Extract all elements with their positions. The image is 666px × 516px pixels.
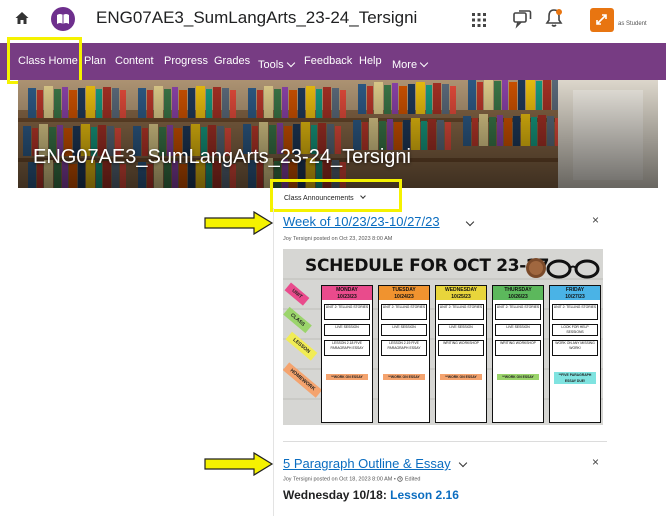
homework-cell: **FIVE PARAGRAPH ESSAY DUE! [554, 372, 596, 384]
nav-tools[interactable]: Tools [258, 59, 284, 71]
widget-title: Class Announcements [284, 195, 354, 202]
course-navbar: Class Home Plan Content Progress Grades … [0, 43, 666, 80]
unit-cell: UNIT 2: TELLING STORIES [495, 304, 541, 320]
announcement-title-link[interactable]: 5 Paragraph Outline & Essay [283, 456, 451, 471]
announcement-divider [283, 441, 607, 442]
schedule-title: SCHEDULE FOR OCT 23-27 [305, 256, 550, 276]
schedule-image: SCHEDULE FOR OCT 23-27 UNIT CLASS LESSON… [283, 249, 603, 425]
announcement-title-link[interactable]: Week of 10/23/23-10/27/23 [283, 214, 440, 229]
homework-cell: **WORK ON ESSAY [383, 374, 425, 380]
course-banner: ENG07AE3_SumLangArts_23-24_Tersigni [18, 80, 658, 188]
glasses-icon [546, 259, 600, 279]
yellow-arrow-icon [204, 452, 274, 476]
close-icon[interactable]: × [592, 213, 599, 227]
day-column: TUESDAY 10/24/23 UNIT 2: TELLING STORIES … [378, 285, 430, 423]
course-title[interactable]: ENG07AE3_SumLangArts_23-24_Tersigni [96, 8, 417, 28]
announcement-meta: Joy Tersigni posted on Oct 23, 2023 8:00… [283, 236, 393, 242]
lesson-cell: WRITING WORKSHOP [438, 340, 484, 356]
homework-cell: **WORK ON ESSAY [497, 374, 539, 380]
nav-progress[interactable]: Progress [164, 55, 208, 67]
nav-feedback[interactable]: Feedback [304, 55, 352, 67]
class-home-highlight-box [7, 37, 82, 84]
class-announcements-widget-header[interactable]: Class Announcements [284, 193, 366, 202]
class-cell: LIVE SESSION [438, 324, 484, 336]
homework-cell: **WORK ON ESSAY [326, 374, 368, 380]
role-label: as Student [618, 21, 647, 27]
nav-more[interactable]: More [392, 59, 417, 71]
lesson-cell: WORK ON ANY MISSING WORK! [552, 340, 598, 356]
day-header: FRIDAY 10/27/23 [550, 286, 600, 300]
lesson-link[interactable]: Lesson 2.16 [390, 488, 459, 502]
nav-grades[interactable]: Grades [214, 55, 250, 67]
lesson-cell: WRITING WORKSHOP [495, 340, 541, 356]
announcement-body: Wednesday 10/18: Lesson 2.16 [283, 488, 459, 502]
lesson-cell: LESSON 2.19 FIVE PARAGRAPH ESSAY [381, 340, 427, 356]
yellow-arrow-icon [204, 211, 274, 235]
unit-cell: UNIT 2: TELLING STORIES [438, 304, 484, 320]
day-column: FRIDAY 10/27/23 UNIT 2: TELLING STORIES L… [549, 285, 601, 423]
chevron-down-icon[interactable] [465, 217, 475, 227]
class-cell: LIVE SESSION [324, 324, 370, 336]
banner-bookshelf-image [18, 80, 658, 188]
close-icon[interactable]: × [592, 455, 599, 469]
nav-tools-menu[interactable]: Tools [258, 55, 295, 73]
day-header: TUESDAY 10/24/23 [379, 286, 429, 300]
chevron-down-icon[interactable] [458, 458, 468, 468]
announcement-meta: Joy Tersigni posted on Oct 18, 2023 8:00… [283, 476, 421, 483]
day-header: THURSDAY 10/26/23 [493, 286, 543, 300]
nav-help[interactable]: Help [359, 55, 382, 67]
lesson-cell: LESSON 2.18 FIVE PARAGRAPH ESSAY [324, 340, 370, 356]
nav-content[interactable]: Content [115, 55, 154, 67]
top-header: ENG07AE3_SumLangArts_23-24_Tersigni as S… [0, 0, 666, 38]
banner-title: ENG07AE3_SumLangArts_23-24_Tersigni [33, 146, 411, 168]
homework-cell: **WORK ON ESSAY [440, 374, 482, 380]
nav-plan[interactable]: Plan [84, 55, 106, 67]
role-switch-icon[interactable] [590, 8, 614, 32]
unit-cell: UNIT 2: TELLING STORIES [381, 304, 427, 320]
day-column: MONDAY 10/23/23 UNIT 2: TELLING STORIES L… [321, 285, 373, 423]
chevron-down-icon [286, 58, 295, 68]
notification-dot [556, 9, 562, 15]
unit-cell: UNIT 2: TELLING STORIES [552, 304, 598, 320]
chevron-down-icon[interactable] [359, 193, 366, 199]
day-column: WEDNESDAY 10/25/23 UNIT 2: TELLING STORIE… [435, 285, 487, 423]
nav-more-menu[interactable]: More [392, 55, 429, 73]
class-cell: LOOK FOR HELP SESSIONS [552, 324, 598, 336]
waffle-grid-icon[interactable] [471, 12, 487, 28]
chat-icon[interactable] [512, 9, 532, 29]
edited-label: Edited [404, 476, 421, 483]
course-logo-icon[interactable] [51, 7, 75, 31]
body-prefix: Wednesday 10/18: [283, 488, 391, 502]
day-header: MONDAY 10/23/23 [322, 286, 372, 300]
day-column: THURSDAY 10/26/23 UNIT 2: TELLING STORIES… [492, 285, 544, 423]
class-cell: LIVE SESSION [381, 324, 427, 336]
unit-cell: UNIT 2: TELLING STORIES [324, 304, 370, 320]
home-icon[interactable] [14, 10, 30, 26]
history-icon [397, 476, 404, 482]
chevron-down-icon [419, 58, 429, 68]
day-header: WEDNESDAY 10/25/23 [436, 286, 486, 300]
class-cell: LIVE SESSION [495, 324, 541, 336]
